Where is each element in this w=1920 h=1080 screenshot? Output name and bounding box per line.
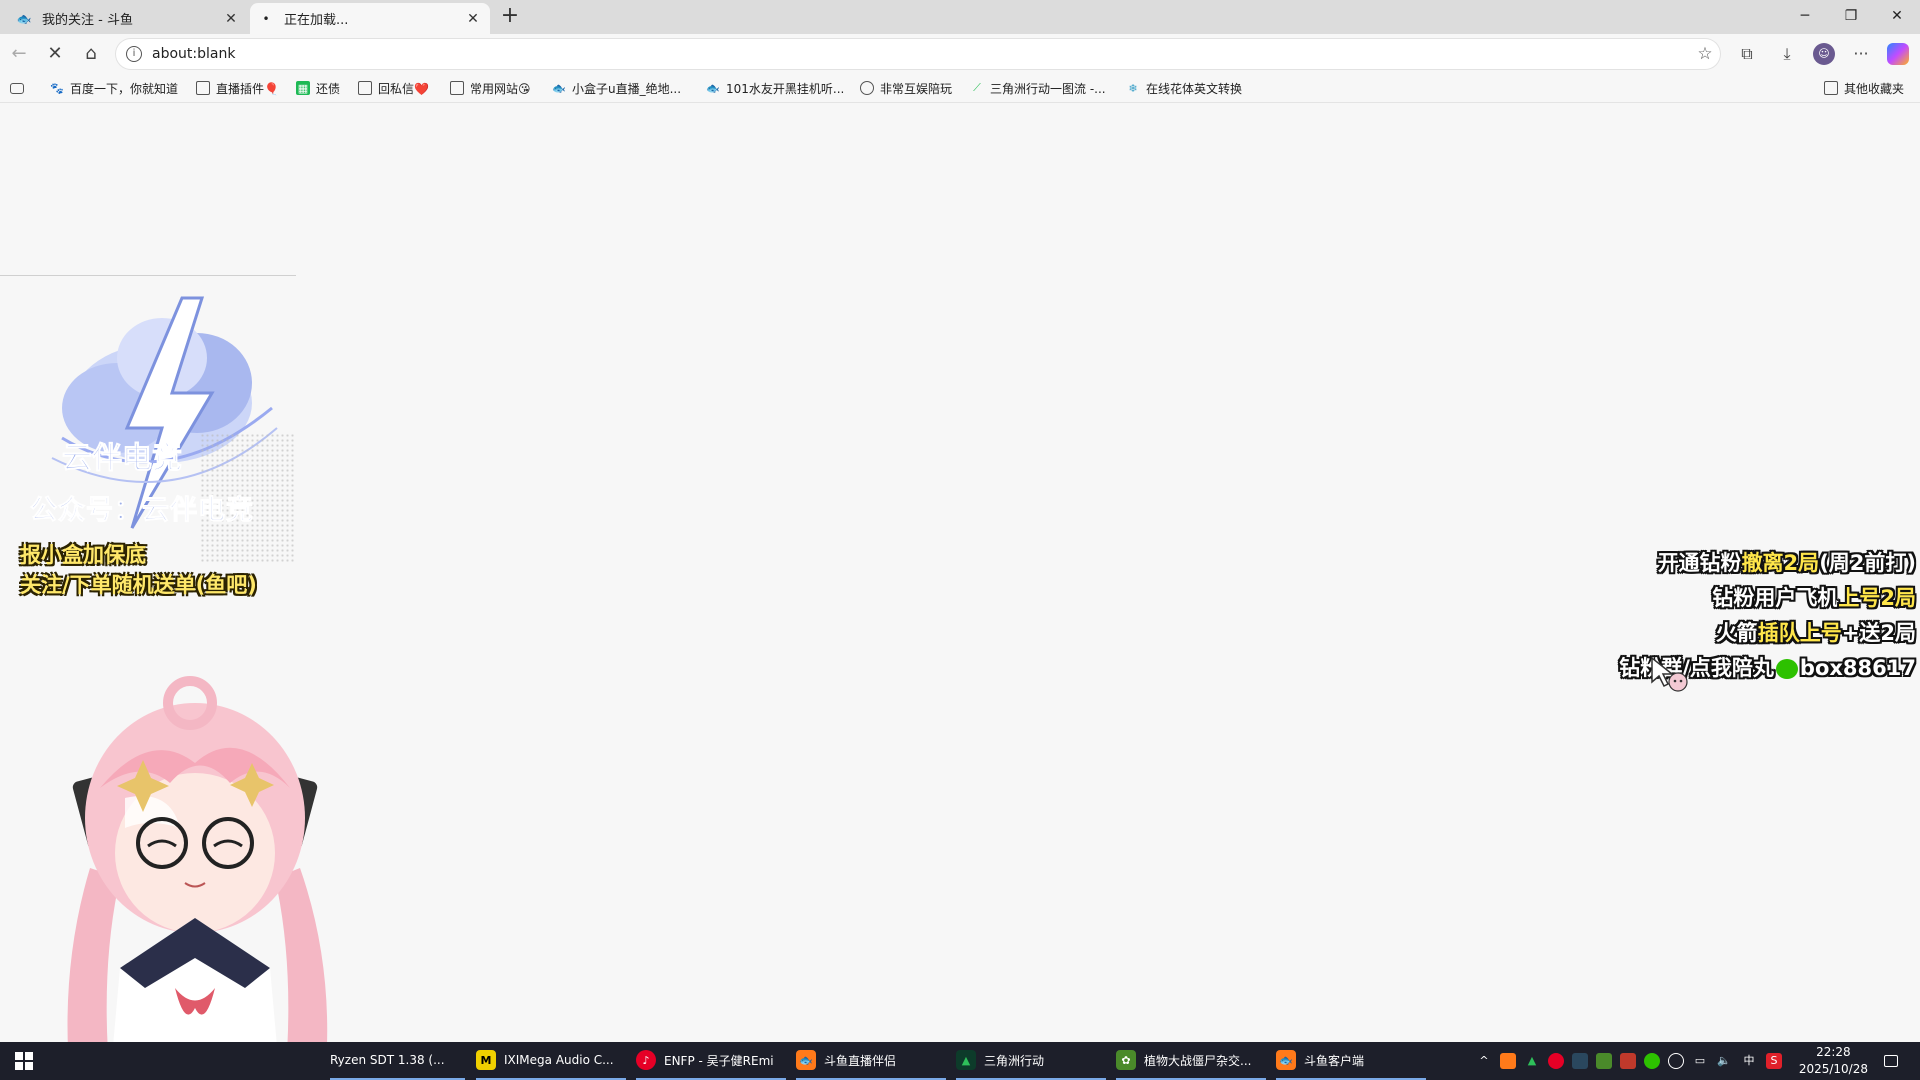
- new-tab-button[interactable]: +: [496, 4, 524, 30]
- logo-subtitle: 公众号：云伴电竞: [30, 495, 254, 527]
- bookmarks-bar: 🐾 百度一下，你就知道 直播插件🎈 ▦ 还债 回私信❤️ 常用网站😘 🐟 小盒子u直播…: [0, 74, 1920, 103]
- system-tray: ^ ▲ ▭ 🔈 中 S: [1472, 1042, 1786, 1080]
- minimize-button[interactable]: ─: [1782, 0, 1828, 34]
- extensions-icon[interactable]: ⧉: [1732, 39, 1762, 69]
- home-button[interactable]: ⌂: [76, 39, 106, 69]
- address-input[interactable]: about:blank: [152, 46, 1690, 62]
- folder-icon: [1824, 81, 1838, 95]
- sheet-icon: ▦: [296, 81, 310, 95]
- globe-icon: [860, 81, 874, 95]
- bookmark-feichang[interactable]: 非常互娱陪玩: [860, 78, 952, 98]
- window-close-button[interactable]: ✕: [1874, 0, 1920, 34]
- douyu-fish-icon: 🐟: [706, 81, 720, 95]
- other-bookmarks-folder[interactable]: 其他收藏夹: [1824, 78, 1904, 98]
- navigation-bar: ← ✕ ⌂ i about:blank ☆ ⧉ ⤓ ☺ ···: [0, 34, 1920, 74]
- left-caption-1: 报小盒加保底: [20, 543, 146, 567]
- tab-douyu-follow[interactable]: 🐟 我的关注 - 斗鱼 ✕: [8, 3, 248, 34]
- tray-netease-icon[interactable]: [1548, 1053, 1564, 1069]
- right-caption-1: 开通钻粉撤离2局(周2前打): [1657, 551, 1916, 575]
- delta-icon: ⟋: [973, 81, 981, 94]
- bookmark-folder-dm[interactable]: 回私信❤️: [358, 78, 429, 98]
- baidu-paw-icon: 🐾: [50, 81, 64, 95]
- tray-clock-icon[interactable]: [1668, 1053, 1684, 1069]
- right-caption-3: 火箭插队上号+送2局: [1715, 621, 1916, 645]
- copilot-icon[interactable]: [1887, 43, 1909, 65]
- start-button[interactable]: [12, 1042, 36, 1080]
- netease-music-icon: ♪: [636, 1050, 656, 1070]
- notification-center-button[interactable]: [1876, 1042, 1906, 1080]
- douyu-fish-icon: 🐟: [16, 11, 32, 26]
- taskbar-pvz[interactable]: ✿ 植物大战僵尸杂交...: [1116, 1042, 1266, 1080]
- douyu-fish-icon: 🐟: [552, 81, 566, 95]
- douyu-fish-icon: 🐟: [796, 1050, 816, 1070]
- close-tab-icon[interactable]: ✕: [222, 11, 240, 27]
- ime-indicator[interactable]: 中: [1740, 1053, 1758, 1069]
- more-menu-icon[interactable]: ···: [1846, 39, 1876, 69]
- bookmark-101[interactable]: 🐟 101水友开黑挂机听...: [706, 78, 844, 98]
- loading-dot-icon: •: [262, 11, 270, 26]
- tab-strip: 🐟 我的关注 - 斗鱼 ✕ • 正在加载... ✕ + ─ ❐ ✕: [0, 0, 1920, 34]
- volume-icon[interactable]: 🔈: [1716, 1053, 1732, 1069]
- clock-time: 22:28: [1816, 1045, 1851, 1059]
- wechat-icon: [1775, 659, 1798, 679]
- favorite-star-icon[interactable]: ☆: [1690, 44, 1720, 64]
- bookmark-delta-force[interactable]: ⟋ 三角洲行动一图流 -...: [970, 78, 1105, 98]
- address-bar[interactable]: i about:blank ☆: [116, 39, 1720, 69]
- back-button[interactable]: ←: [4, 39, 34, 69]
- taskbar-douyu-client[interactable]: 🐟 斗鱼客户端: [1276, 1042, 1426, 1080]
- bookmark-fancy-font[interactable]: ❄ 在线花体英文转换: [1126, 78, 1242, 98]
- tab-loading[interactable]: • 正在加载... ✕: [250, 3, 490, 34]
- taskbar-netease-music[interactable]: ♪ ENFP - 吴子健REmi: [636, 1042, 786, 1080]
- downloads-icon[interactable]: ⤓: [1772, 39, 1802, 69]
- left-caption-2: 关注/下单随机送单(鱼吧): [20, 573, 257, 597]
- iximega-icon: M: [476, 1050, 496, 1070]
- bookmark-baidu[interactable]: 🐾 百度一下，你就知道: [50, 78, 178, 98]
- tab-title: 正在加载...: [284, 13, 349, 28]
- folder-icon: [196, 81, 210, 95]
- tray-app-icon[interactable]: [1620, 1053, 1636, 1069]
- close-tab-icon[interactable]: ✕: [464, 11, 482, 27]
- tray-douyu-icon[interactable]: [1500, 1053, 1516, 1069]
- tray-steam-icon[interactable]: [1572, 1053, 1588, 1069]
- show-hidden-icons-chevron[interactable]: ^: [1476, 1053, 1492, 1069]
- tray-plant-icon[interactable]: [1596, 1053, 1612, 1069]
- taskbar-clock[interactable]: 22:28 2025/10/28: [1799, 1044, 1868, 1078]
- mouse-cursor-icon: [1651, 656, 1688, 692]
- restore-button[interactable]: ❐: [1828, 0, 1874, 34]
- vtuber-avatar: [67, 676, 328, 1080]
- profile-avatar[interactable]: ☺: [1813, 43, 1835, 65]
- folder-icon: [450, 81, 464, 95]
- delta-icon: ▲: [956, 1050, 976, 1070]
- bookmark-folder-common[interactable]: 常用网站😘: [450, 78, 531, 98]
- tab-title: 我的关注 - 斗鱼: [42, 13, 133, 28]
- taskbar-ryzen-sdt[interactable]: Ryzen SDT 1.38 (...: [330, 1042, 465, 1080]
- folder-icon: [358, 81, 372, 95]
- tray-wechat-icon[interactable]: [1644, 1053, 1660, 1069]
- windows-taskbar: Ryzen SDT 1.38 (... M IXIMega Audio C... …: [0, 1042, 1920, 1080]
- tray-delta-icon[interactable]: ▲: [1524, 1053, 1540, 1069]
- bookmark-repay[interactable]: ▦ 还债: [296, 78, 340, 98]
- stop-loading-button[interactable]: ✕: [40, 39, 70, 69]
- douyu-fish-icon: 🐟: [1276, 1050, 1296, 1070]
- right-caption-2: 钻粉用户飞机上号2局: [1712, 586, 1916, 610]
- taskbar-iximega[interactable]: M IXIMega Audio C...: [476, 1042, 626, 1080]
- notification-icon: [1884, 1055, 1898, 1067]
- bookmark-folder-live-plugin[interactable]: 直播插件🎈: [196, 78, 279, 98]
- reading-list-icon[interactable]: [10, 78, 30, 98]
- clock-date: 2025/10/28: [1798, 1062, 1868, 1076]
- snowflake-icon: ❄: [1128, 81, 1138, 95]
- sogou-ime-icon[interactable]: S: [1766, 1053, 1782, 1069]
- plant-icon: ✿: [1116, 1050, 1136, 1070]
- windows-logo-icon: [15, 1052, 33, 1070]
- network-icon[interactable]: ▭: [1692, 1053, 1708, 1069]
- logo-title: 云伴电竞: [62, 441, 182, 476]
- divider: [0, 275, 296, 276]
- bookmark-xiaohezi[interactable]: 🐟 小盒子u直播_绝地...: [552, 78, 681, 98]
- site-info-icon[interactable]: i: [126, 46, 142, 62]
- taskbar-douyu-companion[interactable]: 🐟 斗鱼直播伴侣: [796, 1042, 946, 1080]
- taskbar-delta-force[interactable]: ▲ 三角洲行动: [956, 1042, 1106, 1080]
